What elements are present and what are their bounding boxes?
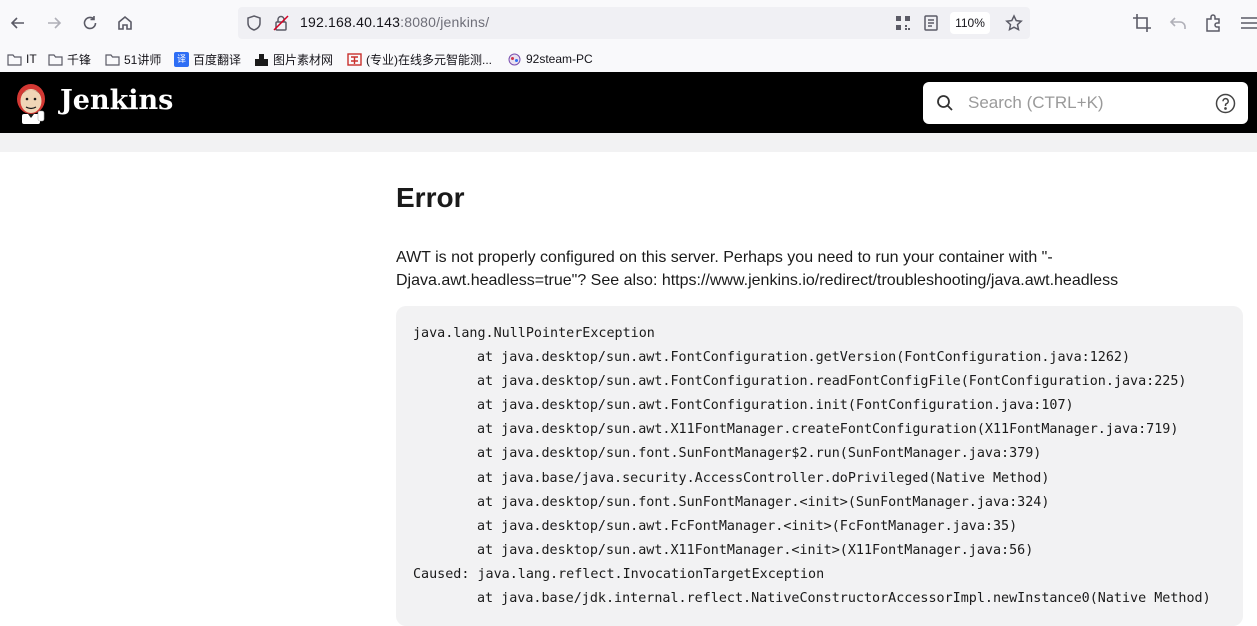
zoom-level-button[interactable]: 110% — [950, 12, 990, 34]
reader-view-icon[interactable] — [922, 14, 940, 32]
breadcrumb-bar — [0, 133, 1257, 152]
url-host: 192.168.40.143 — [300, 14, 401, 30]
folder-icon — [48, 53, 63, 66]
trace-line: at java.desktop/sun.awt.FcFontManager.<i… — [477, 518, 1018, 534]
extensions-puzzle-icon[interactable] — [1203, 12, 1225, 34]
trace-line: java.lang.NullPointerException — [413, 326, 655, 341]
search-box[interactable] — [923, 82, 1248, 124]
bookmark-folder-it[interactable]: IT — [7, 49, 37, 69]
bookmark-baidu-translate[interactable]: 译 百度翻译 — [174, 49, 241, 69]
trace-line: at java.desktop/sun.awt.FontConfiguratio… — [477, 350, 1131, 366]
trace-line: at java.desktop/sun.awt.X11FontManager.c… — [477, 422, 1179, 438]
bookmarks-bar: IT 千锋 51讲师 译 百度翻译 图片素材网 (专业)在线多元智能测... 9… — [0, 46, 1257, 72]
search-input[interactable] — [968, 91, 1203, 115]
test-site-icon — [347, 52, 362, 66]
url-bar[interactable]: 192.168.40.143:8080/jenkins/ 110% — [238, 7, 1030, 39]
trace-line: at java.desktop/sun.awt.FontConfiguratio… — [477, 398, 1074, 414]
folder-icon — [105, 53, 120, 66]
bookmark-multi-intelligence-test[interactable]: (专业)在线多元智能测... — [347, 49, 492, 69]
bookmark-star-icon[interactable] — [1005, 14, 1023, 32]
home-button[interactable] — [112, 10, 138, 36]
jenkins-title[interactable]: Jenkins — [60, 85, 173, 116]
trace-line: at java.desktop/sun.awt.X11FontManager.<… — [477, 542, 1034, 558]
trace-line: at java.desktop/sun.awt.FontConfiguratio… — [477, 374, 1187, 390]
arrow-right-icon — [48, 17, 62, 29]
bookmark-label: (专业)在线多元智能测... — [366, 52, 492, 67]
bookmark-label: 图片素材网 — [273, 52, 334, 67]
url-text[interactable]: 192.168.40.143:8080/jenkins/ — [300, 14, 489, 30]
bookmark-label: 百度翻译 — [193, 52, 242, 67]
image-site-icon — [255, 53, 268, 66]
stack-trace: java.lang.NullPointerException at java.d… — [396, 306, 1243, 626]
translate-icon: 译 — [174, 51, 189, 67]
reload-button[interactable] — [77, 10, 103, 36]
bookmark-folder-51[interactable]: 51讲师 — [105, 49, 161, 69]
trace-line: at java.desktop/sun.font.SunFontManager$… — [477, 446, 1042, 462]
bookmark-label: 千锋 — [67, 52, 92, 67]
reload-icon — [83, 16, 97, 30]
bookmark-92steam[interactable]: 92steam-PC — [507, 49, 593, 69]
trace-line: at java.base/jdk.internal.reflect.Native… — [477, 591, 1211, 607]
url-path: :8080/jenkins/ — [400, 14, 490, 30]
qr-code-icon[interactable] — [894, 14, 912, 32]
trace-line: at java.base/java.security.AccessControl… — [477, 470, 1050, 486]
trace-line: at java.desktop/sun.font.SunFontManager.… — [477, 494, 1050, 510]
arrow-left-icon — [10, 17, 24, 29]
bookmark-label: 51讲师 — [124, 52, 162, 67]
bookmark-image-site[interactable]: 图片素材网 — [254, 49, 333, 69]
jenkins-butler-logo[interactable] — [13, 81, 49, 125]
undo-arrow-icon[interactable] — [1167, 12, 1189, 34]
menu-hamburger-icon[interactable] — [1238, 12, 1257, 34]
screenshot-crop-icon[interactable] — [1131, 12, 1153, 34]
jenkins-header: Jenkins — [0, 72, 1257, 133]
shield-icon[interactable] — [245, 14, 263, 32]
steam-icon — [508, 53, 521, 65]
help-question-icon[interactable] — [1215, 93, 1236, 114]
bookmark-label: 92steam-PC — [526, 52, 593, 66]
bookmark-label: IT — [26, 52, 37, 66]
trace-line: Caused: java.lang.reflect.InvocationTarg… — [413, 566, 825, 582]
back-button[interactable] — [5, 10, 31, 36]
error-title: Error — [396, 182, 465, 213]
bookmark-folder-qianfeng[interactable]: 千锋 — [48, 49, 91, 69]
browser-toolbar: 192.168.40.143:8080/jenkins/ 110% — [0, 0, 1257, 46]
forward-button[interactable] — [41, 10, 67, 36]
error-message: AWT is not properly configured on this s… — [396, 249, 1119, 289]
insecure-lock-icon[interactable] — [272, 14, 290, 32]
home-icon — [118, 15, 132, 30]
folder-icon — [7, 53, 22, 66]
search-icon — [937, 95, 953, 111]
